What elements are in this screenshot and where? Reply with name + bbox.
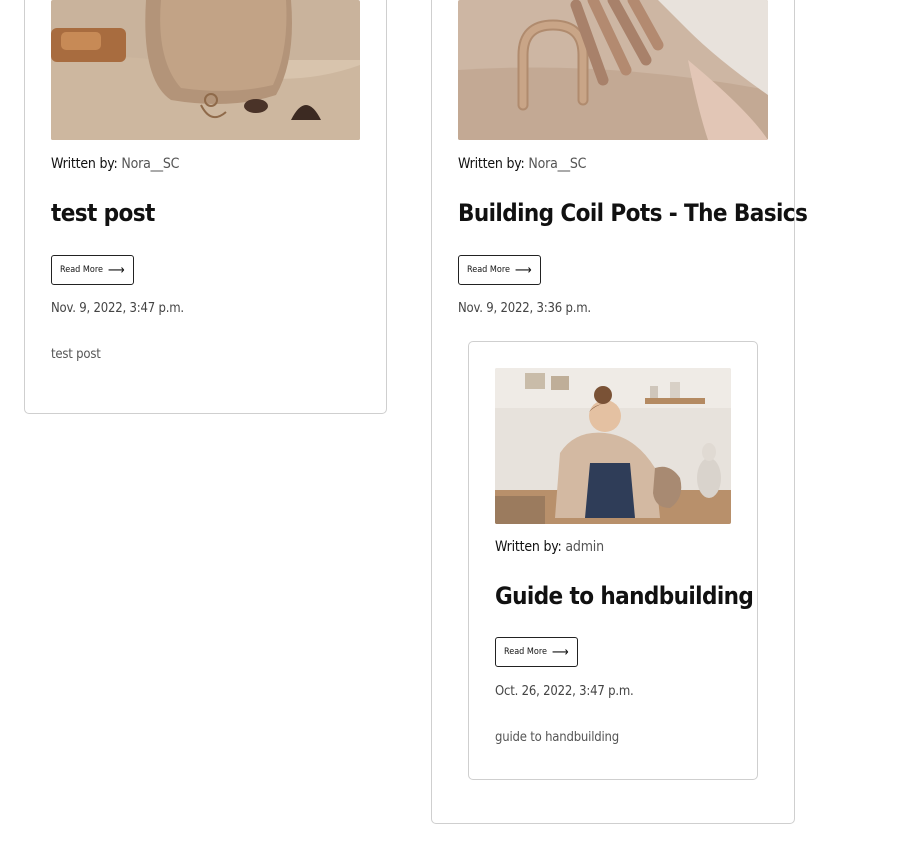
arrow-right-icon: ⟶ (514, 262, 532, 278)
post-title[interactable]: Building Coil Pots - The Basics (458, 199, 808, 227)
author-label: Written by: (458, 156, 525, 172)
post-date: Oct. 26, 2022, 3:47 p.m. (495, 684, 634, 699)
post-thumbnail-potter-at-work[interactable] (495, 368, 731, 524)
author-name: Nora__SC (528, 156, 587, 172)
arrow-right-icon: ⟶ (107, 262, 125, 278)
post-author: Written by: admin (495, 539, 604, 555)
arrow-right-icon: ⟶ (551, 644, 569, 660)
author-label: Written by: (495, 539, 562, 555)
post-title[interactable]: test post (51, 199, 155, 227)
post-excerpt: guide to handbuilding (495, 730, 619, 745)
author-label: Written by: (51, 156, 118, 172)
post-title[interactable]: Guide to handbuilding (495, 582, 754, 610)
post-author: Written by: Nora__SC (458, 156, 586, 172)
post-date: Nov. 9, 2022, 3:36 p.m. (458, 301, 591, 316)
author-name: admin (565, 539, 604, 555)
post-excerpt: test post (51, 347, 101, 362)
author-name: Nora__SC (121, 156, 180, 172)
post-date: Nov. 9, 2022, 3:47 p.m. (51, 301, 184, 316)
post-thumbnail-clay-block[interactable] (51, 0, 360, 140)
read-more-label: Read More (504, 647, 547, 657)
read-more-label: Read More (60, 265, 103, 275)
read-more-label: Read More (467, 265, 510, 275)
read-more-button[interactable]: Read More ⟶ (51, 255, 134, 285)
post-author: Written by: Nora__SC (51, 156, 179, 172)
read-more-button[interactable]: Read More ⟶ (495, 637, 578, 667)
read-more-button[interactable]: Read More ⟶ (458, 255, 541, 285)
post-thumbnail-clay-coils[interactable] (458, 0, 768, 140)
